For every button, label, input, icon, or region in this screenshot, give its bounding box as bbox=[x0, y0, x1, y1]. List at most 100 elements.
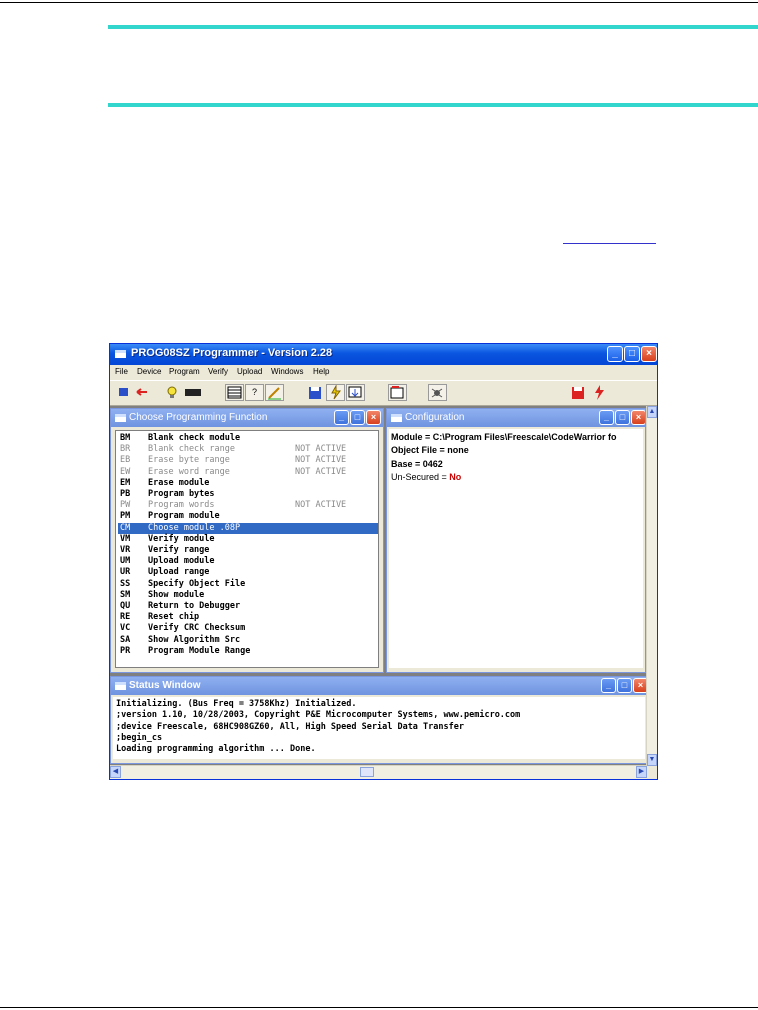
status-line: Initializing. (Bus Freq = 3758Khz) Initi… bbox=[116, 699, 357, 709]
maximize-button[interactable]: □ bbox=[617, 678, 632, 693]
download-icon[interactable] bbox=[346, 384, 365, 401]
programming-function-item[interactable]: SS Specify Object File bbox=[120, 579, 378, 590]
scroll-left-arrow[interactable]: ◀ bbox=[110, 766, 121, 778]
function-status: NOT ACTIVE bbox=[295, 500, 347, 511]
menu-file[interactable]: File bbox=[115, 367, 128, 376]
vertical-scrollbar[interactable]: ▲ ▼ bbox=[646, 406, 657, 766]
status-line: ;begin_cs bbox=[116, 732, 163, 743]
minimize-button[interactable]: _ bbox=[334, 410, 349, 425]
bug-icon[interactable] bbox=[428, 384, 447, 401]
status-window-titlebar[interactable]: Status Window _ □ × bbox=[111, 677, 647, 695]
minimize-button[interactable]: _ bbox=[601, 678, 616, 693]
maximize-button[interactable]: □ bbox=[350, 410, 365, 425]
programming-function-item[interactable]: RE Reset chip bbox=[120, 612, 378, 623]
function-code: BR bbox=[120, 444, 131, 455]
close-button[interactable]: × bbox=[366, 410, 381, 425]
programming-function-item[interactable]: VR Verify range bbox=[120, 545, 378, 556]
bulb-icon[interactable] bbox=[163, 384, 182, 401]
maximize-button[interactable]: □ bbox=[624, 346, 640, 362]
programming-function-item[interactable]: CM Choose module .08P bbox=[118, 522, 378, 534]
menu-bar: File Device Program Verify Upload Window… bbox=[110, 365, 657, 379]
pen-icon[interactable] bbox=[265, 384, 284, 401]
menu-windows[interactable]: Windows bbox=[271, 367, 303, 376]
status-window: Status Window _ □ × Initializing. (Bus F… bbox=[110, 676, 648, 764]
hyperlink-underline[interactable] bbox=[563, 243, 656, 244]
function-code: EB bbox=[120, 455, 131, 466]
menu-upload[interactable]: Upload bbox=[237, 367, 262, 376]
programming-function-item[interactable]: BM Blank check module bbox=[120, 433, 378, 444]
programming-function-item[interactable]: SM Show module bbox=[120, 590, 378, 601]
programming-function-item[interactable]: EB Erase byte range NOT ACTIVE bbox=[120, 455, 378, 466]
configuration-window: Configuration _ □ × Module = C:\Program … bbox=[386, 408, 646, 673]
scroll-thumb[interactable] bbox=[360, 767, 374, 777]
function-code: VC bbox=[120, 623, 131, 634]
function-label: Erase module bbox=[148, 477, 210, 488]
programmer-window: PROG08SZ Programmer - Version 2.28 _ □ ×… bbox=[109, 343, 658, 780]
programming-function-item[interactable]: EM Erase module bbox=[120, 478, 378, 489]
app-titlebar[interactable]: PROG08SZ Programmer - Version 2.28 _ □ × bbox=[110, 344, 657, 365]
grid-icon[interactable] bbox=[225, 384, 244, 401]
function-label: Erase byte range bbox=[148, 455, 230, 466]
save-icon[interactable] bbox=[306, 384, 325, 401]
module-path: Module = C:\Program Files\Freescale\Code… bbox=[391, 432, 617, 442]
programming-function-item[interactable]: SA Show Algorithm Src bbox=[120, 635, 378, 646]
programming-function-item[interactable]: QU Return to Debugger bbox=[120, 601, 378, 612]
menu-program[interactable]: Program bbox=[169, 367, 200, 376]
help-icon[interactable]: ? bbox=[245, 384, 264, 401]
scroll-down-arrow[interactable]: ▼ bbox=[647, 754, 657, 766]
function-label: Program Module Range bbox=[148, 645, 251, 656]
function-code: PB bbox=[120, 489, 131, 499]
flash-icon[interactable] bbox=[326, 384, 345, 401]
window-icon bbox=[115, 414, 126, 422]
object-file: Object File = none bbox=[391, 445, 469, 455]
horizontal-scrollbar[interactable]: ◀ ▶ bbox=[110, 765, 647, 779]
disk-icon[interactable] bbox=[569, 384, 588, 401]
programming-function-list: BM Blank check module BR Blank check range N… bbox=[115, 430, 379, 668]
maximize-button[interactable]: □ bbox=[615, 410, 630, 425]
programming-function-item[interactable]: EW Erase word range NOT ACTIVE bbox=[120, 467, 378, 478]
function-label: Program module bbox=[148, 511, 220, 522]
status-line: ;version 1.10, 10/28/2003, Copyright P&E… bbox=[116, 710, 521, 721]
menu-device[interactable]: Device bbox=[137, 367, 161, 376]
close-button[interactable]: × bbox=[641, 346, 657, 362]
function-label: Blank check range bbox=[148, 444, 235, 455]
configuration-window-titlebar[interactable]: Configuration _ □ × bbox=[387, 409, 645, 427]
connect-icon[interactable] bbox=[117, 384, 152, 401]
function-code: PM bbox=[120, 511, 131, 522]
programming-function-item[interactable]: UM Upload module bbox=[120, 556, 378, 567]
configuration-content: Module = C:\Program Files\Freescale\Code… bbox=[389, 429, 643, 668]
minimize-button[interactable]: _ bbox=[607, 346, 623, 362]
programming-function-item[interactable]: PB Program bytes bbox=[120, 489, 378, 500]
function-code: UR bbox=[120, 567, 131, 578]
programming-function-item[interactable]: PW Program words NOT ACTIVE bbox=[120, 500, 378, 511]
function-code: VR bbox=[120, 545, 131, 555]
menu-help[interactable]: Help bbox=[313, 367, 329, 376]
close-button[interactable]: × bbox=[631, 410, 645, 425]
function-label: Verify range bbox=[148, 545, 210, 555]
window-icon bbox=[391, 414, 402, 422]
scroll-up-arrow[interactable]: ▲ bbox=[647, 406, 657, 418]
scroll-right-arrow[interactable]: ▶ bbox=[636, 766, 647, 778]
toolbar: ? bbox=[110, 380, 657, 406]
function-label: Specify Object File bbox=[148, 578, 246, 589]
programming-window-titlebar[interactable]: Choose Programming Function _ □ × bbox=[111, 409, 383, 427]
power-icon[interactable] bbox=[590, 384, 609, 401]
function-code: QU bbox=[120, 601, 131, 611]
function-code: EW bbox=[120, 466, 131, 477]
programming-function-item[interactable]: VM Verify module bbox=[120, 534, 378, 545]
programming-function-item[interactable]: PR Program Module Range bbox=[120, 646, 378, 657]
programming-function-item[interactable]: UR Upload range bbox=[120, 567, 378, 578]
programming-function-item[interactable]: VC Verify CRC Checksum bbox=[120, 623, 378, 634]
programming-function-item[interactable]: PM Program module bbox=[120, 511, 378, 522]
header-rule-bottom bbox=[108, 103, 758, 107]
secured-value: No bbox=[449, 472, 462, 482]
minimize-button[interactable]: _ bbox=[599, 410, 614, 425]
window-icon bbox=[115, 682, 126, 690]
programming-function-item[interactable]: BR Blank check range NOT ACTIVE bbox=[120, 444, 378, 455]
function-code: EM bbox=[120, 477, 131, 488]
function-code: BM bbox=[120, 433, 131, 443]
menu-verify[interactable]: Verify bbox=[208, 367, 228, 376]
upload-icon[interactable] bbox=[388, 384, 407, 401]
function-label: Return to Debugger bbox=[148, 601, 241, 611]
chip-icon[interactable] bbox=[183, 384, 203, 401]
